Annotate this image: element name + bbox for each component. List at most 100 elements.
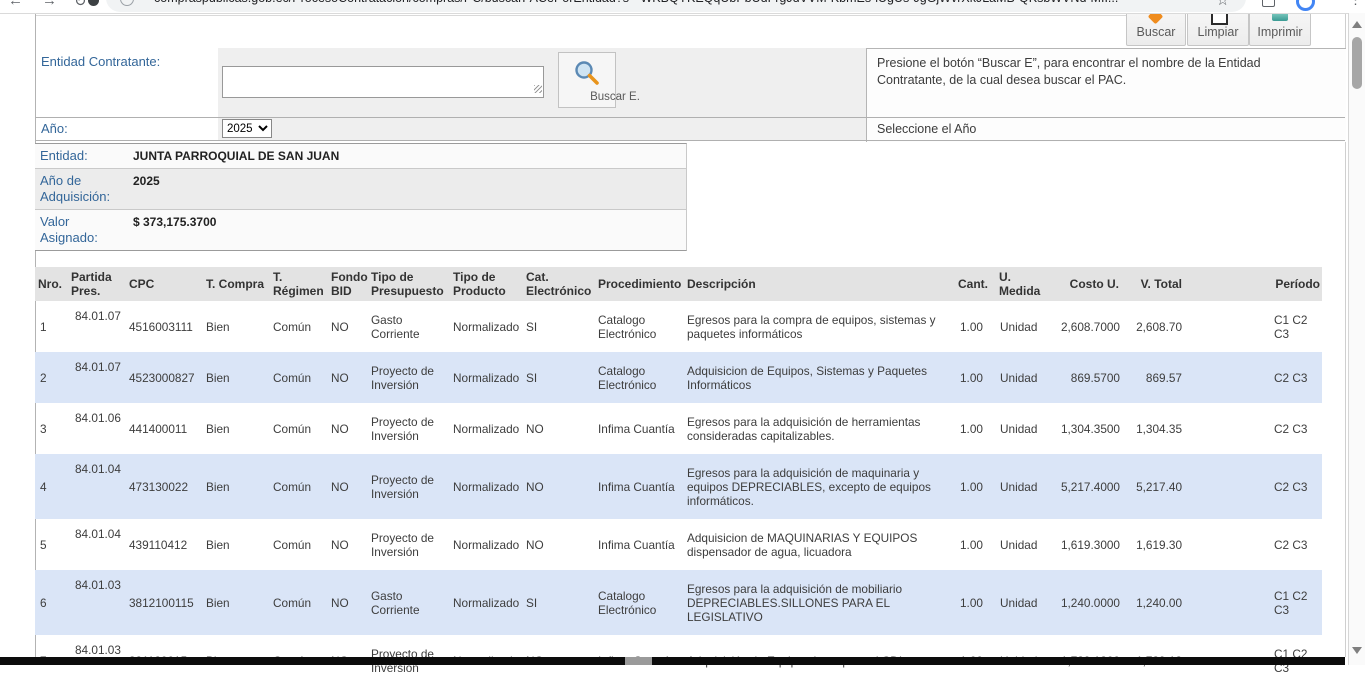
limpiar-button-label: Limpiar [1188, 25, 1248, 39]
cell-partida-pres: 84.01.06 [68, 403, 126, 454]
scrollbar-thumb[interactable] [1352, 37, 1362, 89]
col-header-partida-pres: Partida Pres. [68, 267, 126, 301]
cell-partida-pres: 84.01.04 [68, 454, 126, 519]
cell-costo-u: 869.5700 [1048, 352, 1122, 403]
cell-costo-u: 1,619.3000 [1048, 519, 1122, 570]
col-header-t-compra: T. Compra [203, 267, 270, 301]
col-header-t-regimen: T. Régimen [270, 267, 328, 301]
anio-select[interactable]: 2025 [222, 119, 272, 138]
cell-fondo-bid: NO [328, 519, 368, 570]
cell-fondo-bid: NO [328, 454, 368, 519]
cell-nro: 1 [35, 301, 68, 352]
cell-u-medida: Unidad [996, 403, 1048, 454]
cell-periodo: C1 C2 C3 [1185, 570, 1322, 635]
cell-periodo: C2 C3 [1185, 519, 1322, 570]
browser-chrome: ← → ↻ compraspublicas.gob.ec/ProcesoCont… [0, 0, 1365, 14]
entity-info-value: 2025 [128, 169, 160, 209]
entity-info-label: Entidad: [35, 144, 128, 168]
cell-descripcion: Egresos para la adquisición de mobiliari… [684, 570, 950, 635]
cell-v-total: 1,240.00 [1122, 570, 1185, 635]
buscar-button-label: Buscar [1127, 25, 1185, 39]
entity-info-value: $ 373,175.3700 [128, 210, 216, 250]
cell-tipo-presupuesto: Gasto Corriente [368, 301, 450, 352]
imprimir-button-label: Imprimir [1250, 25, 1310, 39]
help-box: Presione el botón “Buscar E”, para encon… [866, 48, 1346, 142]
textarea-resize-grip[interactable] [534, 85, 542, 93]
cell-tipo-presupuesto: Proyecto de Inversión [368, 403, 450, 454]
cell-fondo-bid: NO [328, 301, 368, 352]
cell-v-total: 1,304.35 [1122, 403, 1185, 454]
col-header-cat-electronico: Cat. Electrónico [523, 267, 595, 301]
cell-v-total: 1,619.30 [1122, 519, 1185, 570]
menu-dots-icon[interactable]: ⋮ [1349, 0, 1362, 8]
col-header-v-total: V. Total [1122, 267, 1185, 301]
cell-u-medida: Unidad [996, 570, 1048, 635]
cell-cant: 1.00 [950, 403, 996, 454]
cell-procedimiento: Catalogo Electrónico [595, 301, 684, 352]
pac-table: Nro.Partida Pres.CPCT. CompraT. RégimenF… [35, 267, 1322, 686]
extension-icon[interactable] [88, 0, 99, 6]
site-info-icon[interactable] [120, 0, 134, 6]
cell-cat-electronico: SI [523, 301, 595, 352]
cell-t-compra: Bien [203, 519, 270, 570]
periodo-value: C1 C2 C3 [1274, 589, 1320, 617]
scroll-up-icon[interactable] [1352, 21, 1362, 28]
cell-cant: 1.00 [950, 352, 996, 403]
cell-v-total: 5,217.40 [1122, 454, 1185, 519]
cell-periodo: C2 C3 [1185, 352, 1322, 403]
cell-cpc: 441400011 [126, 403, 203, 454]
profile-avatar[interactable] [1296, 0, 1315, 11]
cell-descripcion: Egresos para la adquisición de herramien… [684, 403, 950, 454]
cell-t-compra: Bien [203, 352, 270, 403]
address-bar[interactable]: compraspublicas.gob.ec/ProcesoContrataci… [106, 0, 1246, 12]
entidad-input[interactable] [222, 66, 544, 98]
cell-cat-electronico: SI [523, 352, 595, 403]
cell-cpc: 473130022 [126, 454, 203, 519]
cell-u-medida: Unidad [996, 301, 1048, 352]
side-panel-icon[interactable] [1262, 0, 1275, 7]
entity-info-row: Valor Asignado:$ 373,175.3700 [35, 210, 686, 250]
cell-u-medida: Unidad [996, 519, 1048, 570]
col-header-procedimiento: Procedimiento [595, 267, 684, 301]
buscar-e-button[interactable]: Buscar E. [558, 52, 616, 108]
cell-tipo-presupuesto: Proyecto de Inversión [368, 454, 450, 519]
cell-t-compra: Bien [203, 403, 270, 454]
bottom-bar-notch [625, 657, 652, 665]
cell-t-compra: Bien [203, 454, 270, 519]
col-header-fondo-bid: Fondo BID [328, 267, 368, 301]
reload-icon[interactable]: ↻ [74, 0, 87, 10]
table-row: 284.01.074523000827BienComúnNOProyecto d… [35, 352, 1322, 403]
cell-procedimiento: Catalogo Electrónico [595, 352, 684, 403]
url-text[interactable]: compraspublicas.gob.ec/ProcesoContrataci… [154, 0, 1118, 5]
page: { "browser": { "url": "compraspublicas.g… [0, 0, 1365, 665]
cell-descripcion: Egresos para la adquisición de maquinari… [684, 454, 950, 519]
col-header-tipo-producto: Tipo de Producto [450, 267, 523, 301]
bottom-bar [0, 657, 1345, 665]
cell-periodo: C1 C2 C3 [1185, 301, 1322, 352]
col-header-nro: Nro. [35, 267, 68, 301]
bookmark-star-icon[interactable]: ☆ [1216, 0, 1229, 9]
anio-form-panel [218, 118, 866, 141]
col-header-periodo: Período [1185, 267, 1322, 301]
cell-cant: 1.00 [950, 301, 996, 352]
cell-partida-pres: 84.01.07 [68, 301, 126, 352]
cell-descripcion: Adquisicion de Equipos, Sistemas y Paque… [684, 352, 950, 403]
col-header-tipo-presupuesto: Tipo de Presupuesto [368, 267, 450, 301]
cell-costo-u: 1,304.3500 [1048, 403, 1122, 454]
cell-cat-electronico: NO [523, 519, 595, 570]
cell-v-total: 869.57 [1122, 352, 1185, 403]
cell-fondo-bid: NO [328, 352, 368, 403]
anio-label: Año: [41, 121, 68, 136]
forward-icon[interactable]: → [42, 0, 57, 9]
entity-info-row: Entidad:JUNTA PARROQUIAL DE SAN JUAN [35, 144, 686, 169]
entidad-help-text: Presione el botón “Buscar E”, para encon… [877, 55, 1297, 89]
cell-procedimiento: Infima Cuantía [595, 403, 684, 454]
cell-tipo-producto: Normalizado [450, 301, 523, 352]
entity-info-row: Año de Adquisición:2025 [35, 169, 686, 210]
scroll-down-icon[interactable] [1352, 647, 1362, 654]
cell-cpc: 3812100115 [126, 570, 203, 635]
vertical-scrollbar[interactable] [1348, 13, 1365, 665]
cell-t-regimen: Común [270, 301, 328, 352]
back-icon[interactable]: ← [8, 0, 23, 9]
periodo-value: C2 C3 [1274, 538, 1320, 552]
